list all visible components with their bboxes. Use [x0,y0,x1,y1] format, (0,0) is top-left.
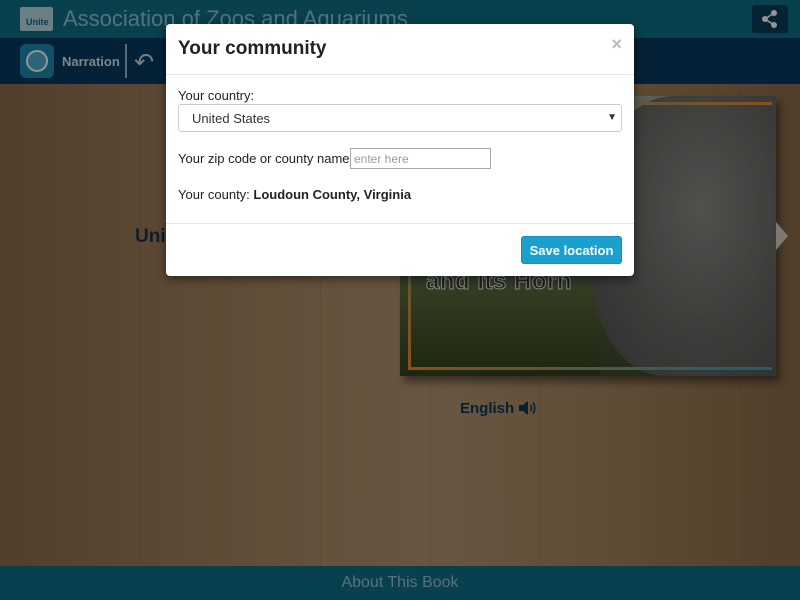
dialog-header: Your community × [166,24,634,75]
country-select-value: United States [192,111,271,126]
close-icon[interactable]: × [611,34,622,55]
county-value: Loudoun County, Virginia [253,187,412,202]
zip-input[interactable] [350,148,491,169]
county-row: Your county: Loudoun County, Virginia [178,187,411,202]
county-label: Your county: [178,187,254,202]
community-dialog: Your community × Your country: United St… [166,24,634,276]
caret-down-icon: ▼ [607,112,617,123]
dialog-title: Your community [178,38,327,59]
country-label: Your country: [178,88,255,103]
country-select[interactable]: United States ▼ [178,104,622,132]
dialog-divider [166,223,634,224]
save-location-button[interactable]: Save location [521,236,622,264]
zip-label: Your zip code or county name: [178,151,354,166]
